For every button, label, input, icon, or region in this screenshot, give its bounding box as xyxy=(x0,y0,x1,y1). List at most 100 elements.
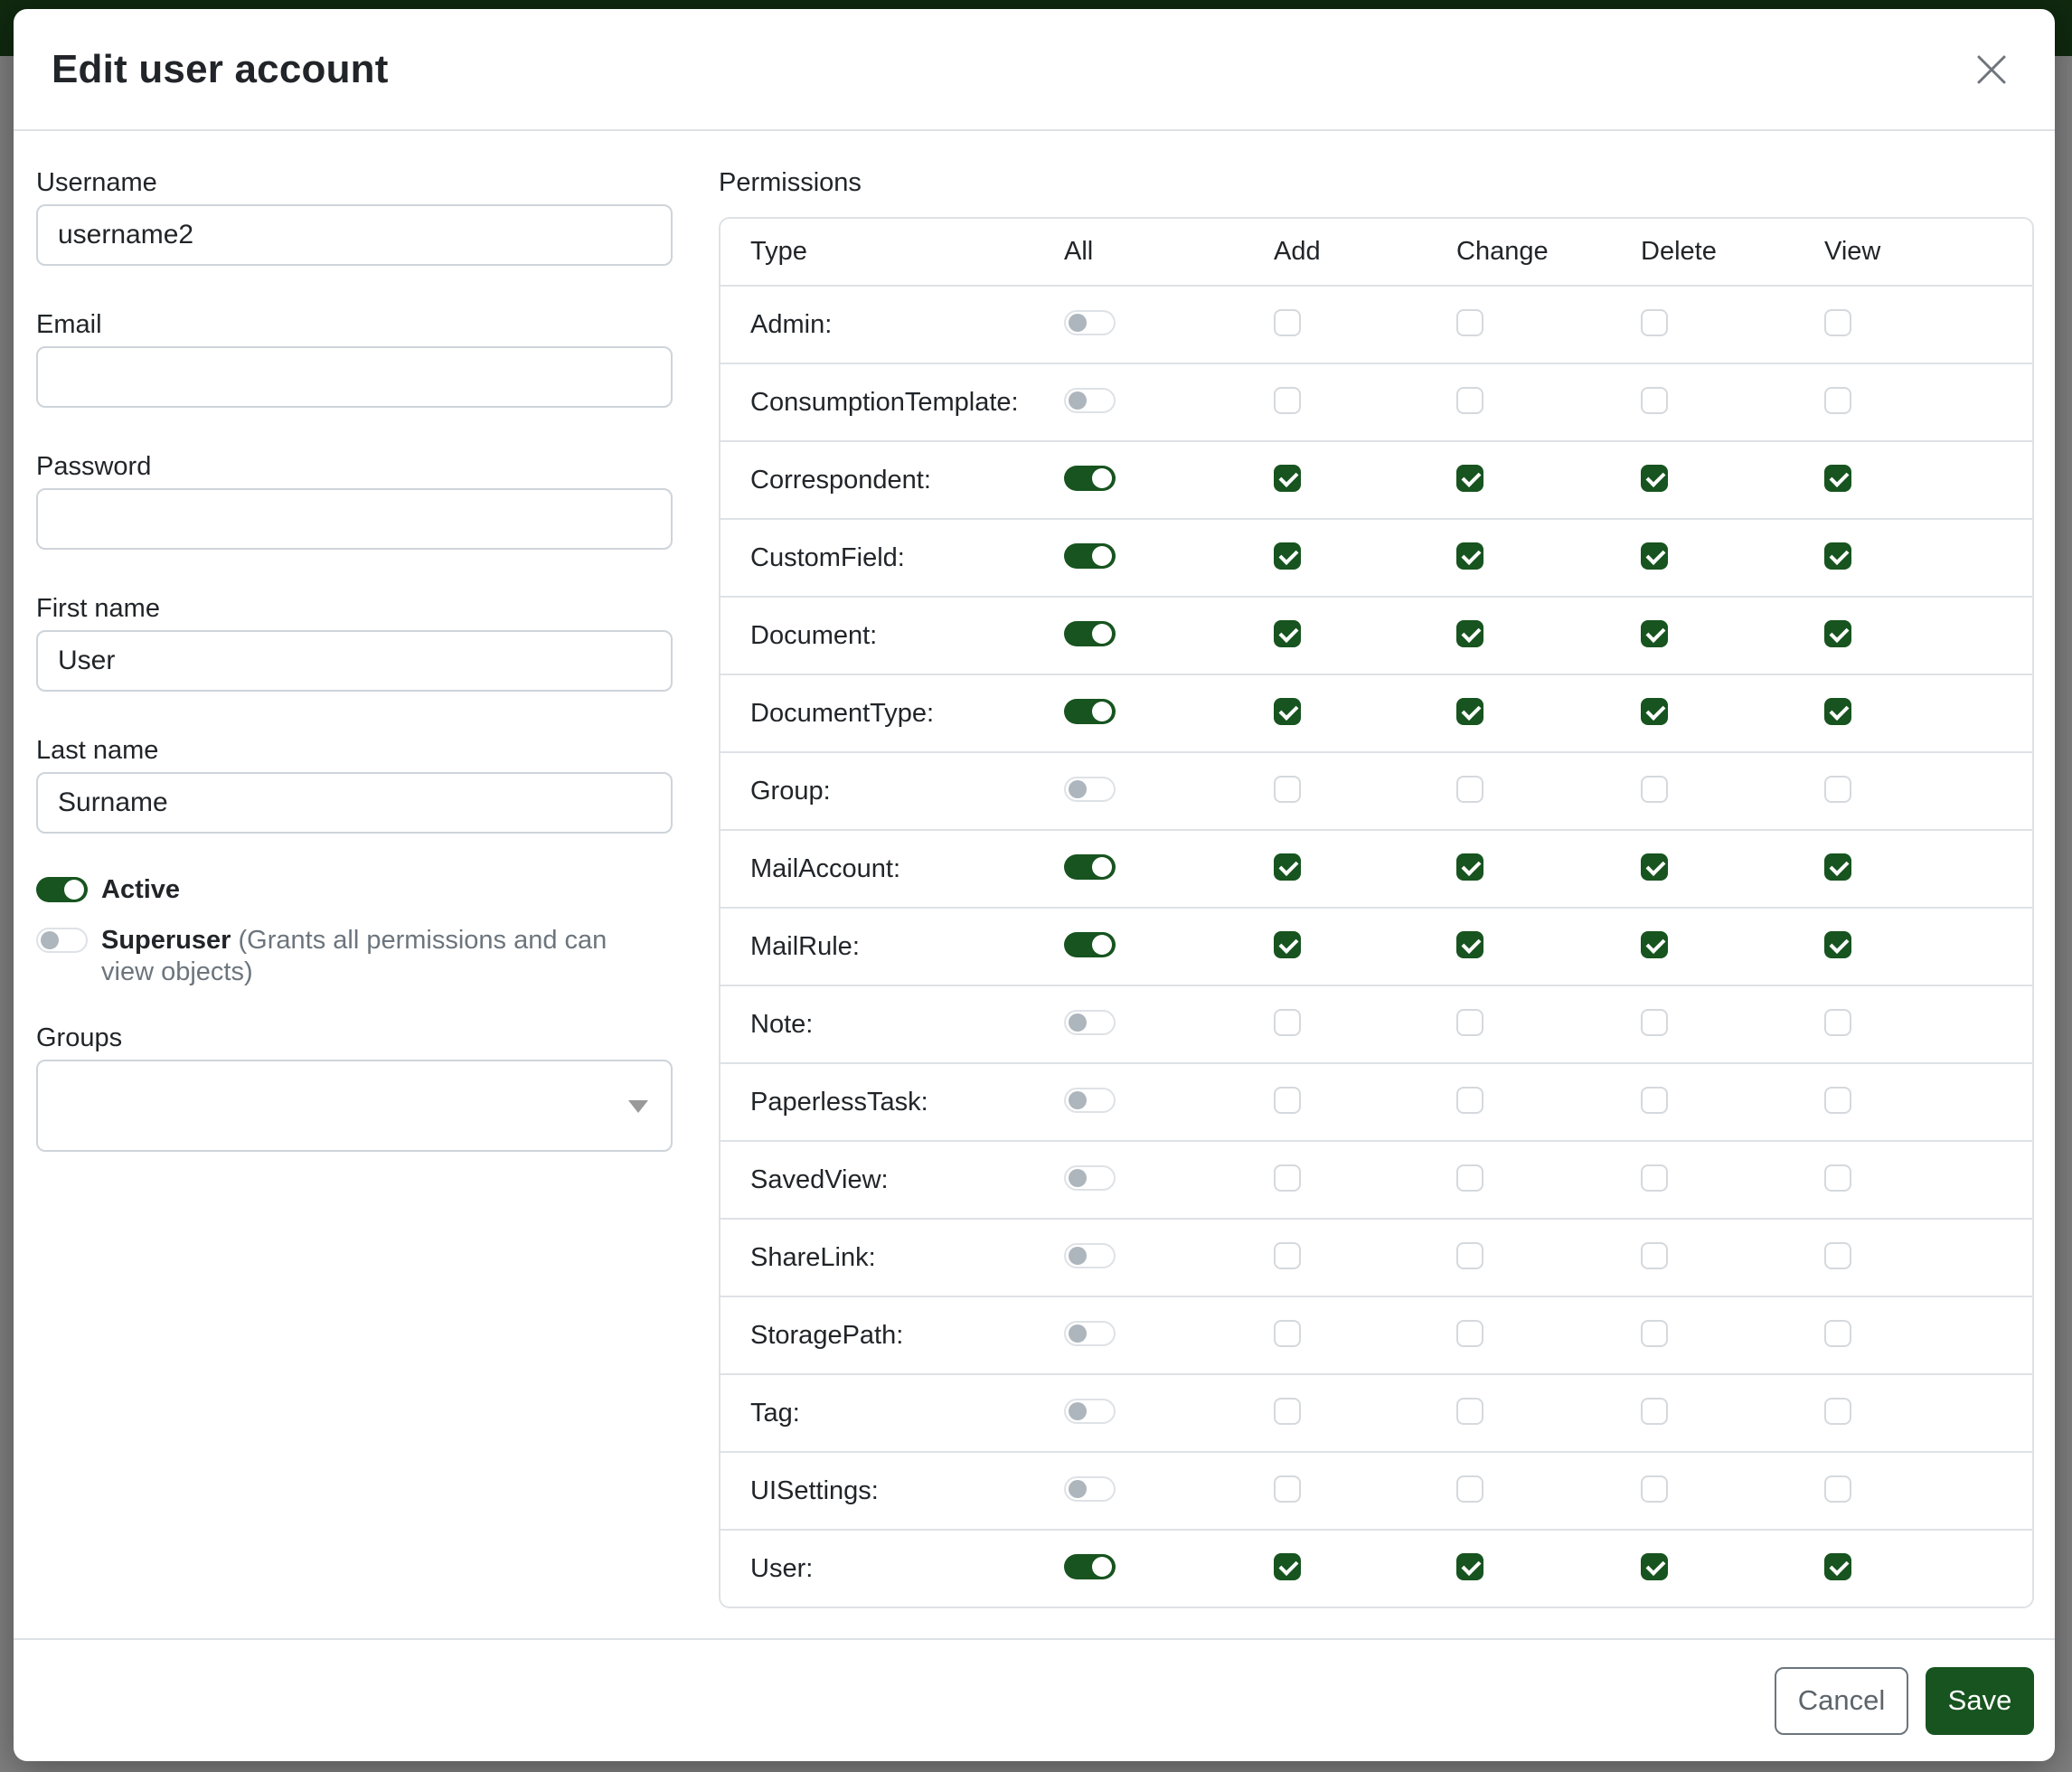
sharelink-all-toggle[interactable] xyxy=(1064,1243,1116,1268)
note-view-checkbox[interactable] xyxy=(1824,1009,1851,1036)
uisettings-all-toggle[interactable] xyxy=(1064,1476,1116,1502)
documenttype-add-checkbox[interactable] xyxy=(1274,698,1301,725)
sharelink-delete-checkbox[interactable] xyxy=(1641,1242,1668,1269)
storagepath-change-checkbox[interactable] xyxy=(1456,1320,1483,1347)
consumptiontemplate-delete-checkbox[interactable] xyxy=(1641,387,1668,414)
customfield-add-checkbox[interactable] xyxy=(1274,542,1301,570)
uisettings-delete-checkbox[interactable] xyxy=(1641,1475,1668,1503)
superuser-toggle[interactable] xyxy=(36,928,88,953)
mailaccount-view-checkbox[interactable] xyxy=(1824,853,1851,881)
customfield-view-checkbox[interactable] xyxy=(1824,542,1851,570)
note-change-checkbox[interactable] xyxy=(1456,1009,1483,1036)
toggle-knob xyxy=(1092,857,1112,877)
user-all-toggle[interactable] xyxy=(1064,1554,1116,1579)
username-input[interactable] xyxy=(36,204,673,266)
group-view-checkbox[interactable] xyxy=(1824,776,1851,803)
note-add-checkbox[interactable] xyxy=(1274,1009,1301,1036)
email-input[interactable] xyxy=(36,346,673,408)
document-all-toggle[interactable] xyxy=(1064,621,1116,646)
paperlesstask-add-checkbox[interactable] xyxy=(1274,1087,1301,1114)
correspondent-add-checkbox[interactable] xyxy=(1274,465,1301,492)
paperlesstask-delete-checkbox[interactable] xyxy=(1641,1087,1668,1114)
tag-all-toggle[interactable] xyxy=(1064,1399,1116,1424)
documenttype-all-toggle[interactable] xyxy=(1064,699,1116,724)
user-view-checkbox[interactable] xyxy=(1824,1553,1851,1580)
savedview-view-checkbox[interactable] xyxy=(1824,1164,1851,1192)
customfield-change-checkbox[interactable] xyxy=(1456,542,1483,570)
column-header-change: Change xyxy=(1456,237,1641,267)
groups-select[interactable] xyxy=(36,1060,673,1152)
group-add-checkbox[interactable] xyxy=(1274,776,1301,803)
correspondent-change-checkbox[interactable] xyxy=(1456,465,1483,492)
mailrule-all-toggle[interactable] xyxy=(1064,932,1116,957)
save-button[interactable]: Save xyxy=(1926,1667,2034,1735)
consumptiontemplate-change-checkbox[interactable] xyxy=(1456,387,1483,414)
paperlesstask-view-checkbox[interactable] xyxy=(1824,1087,1851,1114)
document-change-checkbox[interactable] xyxy=(1456,620,1483,647)
permission-type-label: Admin: xyxy=(720,310,1064,340)
mailaccount-all-toggle[interactable] xyxy=(1064,854,1116,880)
consumptiontemplate-add-checkbox[interactable] xyxy=(1274,387,1301,414)
mailrule-view-checkbox[interactable] xyxy=(1824,931,1851,958)
uisettings-view-checkbox[interactable] xyxy=(1824,1475,1851,1503)
active-toggle[interactable] xyxy=(36,877,88,902)
consumptiontemplate-all-toggle[interactable] xyxy=(1064,388,1116,413)
paperlesstask-change-checkbox[interactable] xyxy=(1456,1087,1483,1114)
documenttype-change-checkbox[interactable] xyxy=(1456,698,1483,725)
mailaccount-add-checkbox[interactable] xyxy=(1274,853,1301,881)
uisettings-change-checkbox[interactable] xyxy=(1456,1475,1483,1503)
storagepath-all-toggle[interactable] xyxy=(1064,1321,1116,1346)
admin-delete-checkbox[interactable] xyxy=(1641,309,1668,336)
tag-view-checkbox[interactable] xyxy=(1824,1398,1851,1425)
uisettings-add-checkbox[interactable] xyxy=(1274,1475,1301,1503)
chevron-down-icon xyxy=(628,1100,648,1113)
mailaccount-change-checkbox[interactable] xyxy=(1456,853,1483,881)
correspondent-delete-checkbox[interactable] xyxy=(1641,465,1668,492)
savedview-add-checkbox[interactable] xyxy=(1274,1164,1301,1192)
document-view-checkbox[interactable] xyxy=(1824,620,1851,647)
user-delete-checkbox[interactable] xyxy=(1641,1553,1668,1580)
customfield-all-toggle[interactable] xyxy=(1064,543,1116,569)
group-delete-checkbox[interactable] xyxy=(1641,776,1668,803)
group-all-toggle[interactable] xyxy=(1064,777,1116,802)
admin-view-checkbox[interactable] xyxy=(1824,309,1851,336)
document-delete-checkbox[interactable] xyxy=(1641,620,1668,647)
documenttype-delete-checkbox[interactable] xyxy=(1641,698,1668,725)
storagepath-add-checkbox[interactable] xyxy=(1274,1320,1301,1347)
correspondent-all-toggle[interactable] xyxy=(1064,466,1116,491)
mailaccount-delete-checkbox[interactable] xyxy=(1641,853,1668,881)
mailrule-add-checkbox[interactable] xyxy=(1274,931,1301,958)
user-change-checkbox[interactable] xyxy=(1456,1553,1483,1580)
note-all-toggle[interactable] xyxy=(1064,1010,1116,1035)
admin-change-checkbox[interactable] xyxy=(1456,309,1483,336)
tag-add-checkbox[interactable] xyxy=(1274,1398,1301,1425)
tag-delete-checkbox[interactable] xyxy=(1641,1398,1668,1425)
document-add-checkbox[interactable] xyxy=(1274,620,1301,647)
close-button[interactable] xyxy=(1966,44,2017,95)
correspondent-view-checkbox[interactable] xyxy=(1824,465,1851,492)
admin-all-toggle[interactable] xyxy=(1064,310,1116,335)
admin-add-checkbox[interactable] xyxy=(1274,309,1301,336)
note-delete-checkbox[interactable] xyxy=(1641,1009,1668,1036)
paperlesstask-all-toggle[interactable] xyxy=(1064,1088,1116,1113)
sharelink-add-checkbox[interactable] xyxy=(1274,1242,1301,1269)
cancel-button[interactable]: Cancel xyxy=(1775,1667,1908,1735)
savedview-all-toggle[interactable] xyxy=(1064,1165,1116,1191)
group-change-checkbox[interactable] xyxy=(1456,776,1483,803)
consumptiontemplate-view-checkbox[interactable] xyxy=(1824,387,1851,414)
savedview-delete-checkbox[interactable] xyxy=(1641,1164,1668,1192)
last-name-input[interactable] xyxy=(36,772,673,834)
savedview-change-checkbox[interactable] xyxy=(1456,1164,1483,1192)
first-name-input[interactable] xyxy=(36,630,673,692)
storagepath-view-checkbox[interactable] xyxy=(1824,1320,1851,1347)
mailrule-change-checkbox[interactable] xyxy=(1456,931,1483,958)
tag-change-checkbox[interactable] xyxy=(1456,1398,1483,1425)
storagepath-delete-checkbox[interactable] xyxy=(1641,1320,1668,1347)
password-input[interactable] xyxy=(36,488,673,550)
mailrule-delete-checkbox[interactable] xyxy=(1641,931,1668,958)
documenttype-view-checkbox[interactable] xyxy=(1824,698,1851,725)
user-add-checkbox[interactable] xyxy=(1274,1553,1301,1580)
sharelink-change-checkbox[interactable] xyxy=(1456,1242,1483,1269)
customfield-delete-checkbox[interactable] xyxy=(1641,542,1668,570)
sharelink-view-checkbox[interactable] xyxy=(1824,1242,1851,1269)
